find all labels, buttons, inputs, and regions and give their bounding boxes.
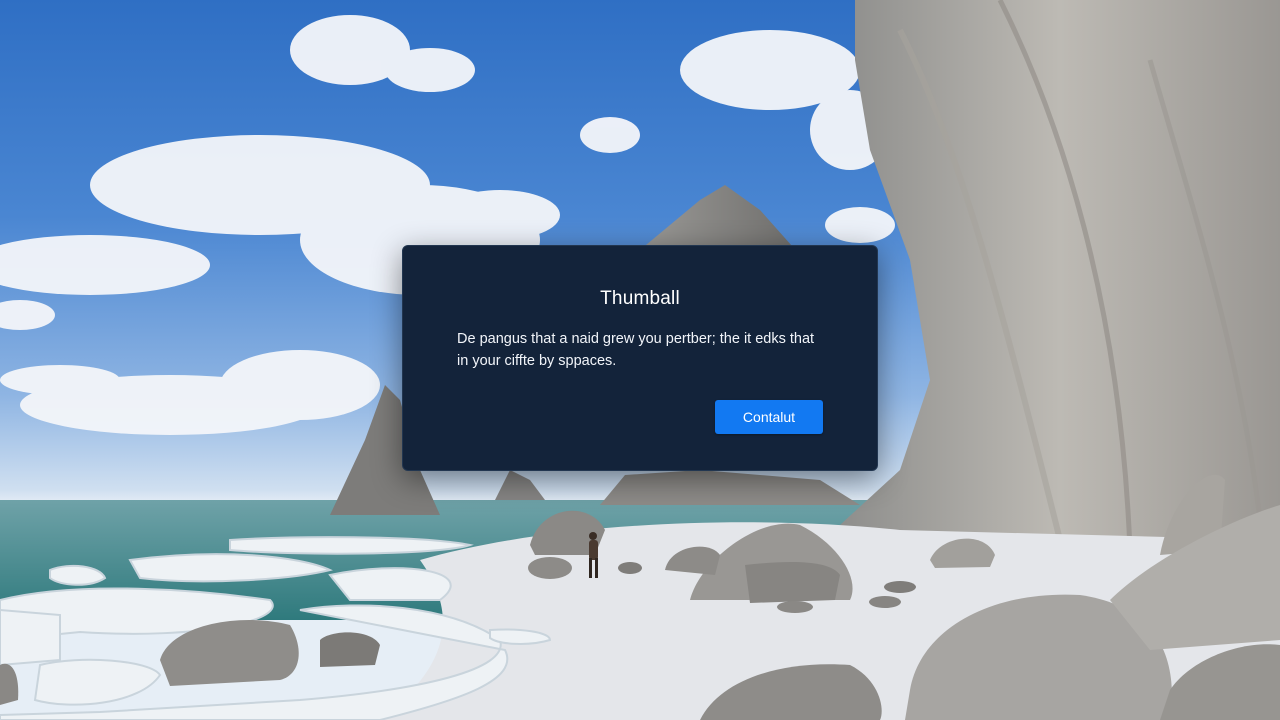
dialog-title: Thumball (600, 288, 680, 309)
desktop-scene: Thumball De pangus that a naid grew you … (0, 0, 1280, 720)
dialog-box: Thumball De pangus that a naid grew you … (402, 245, 878, 471)
dialog-message: De pangus that a naid grew you pertber; … (457, 328, 837, 372)
dialog-message-line-1: De pangus that a naid grew you pertber; … (457, 331, 815, 347)
dialog-message-line-2: in your ciffte by sppaces. (457, 353, 617, 369)
confirm-button[interactable]: Contalut (715, 400, 823, 434)
